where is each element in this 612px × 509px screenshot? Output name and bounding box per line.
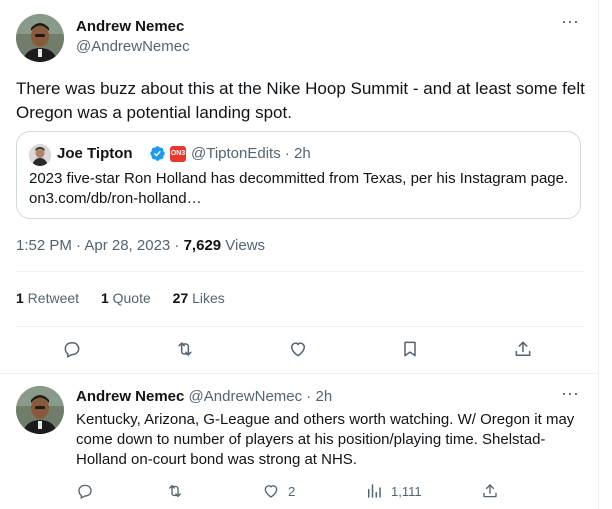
analytics-icon	[368, 484, 381, 498]
author-handle[interactable]: @AndrewNemec	[76, 38, 190, 55]
likes-label: Likes	[188, 290, 225, 306]
reply-icon[interactable]	[60, 337, 84, 361]
views-count: 7,629	[183, 237, 222, 254]
quote-author-handle[interactable]: @TiptonEdits · 2h	[191, 145, 311, 162]
share-icon[interactable]	[511, 337, 535, 361]
engagement-stats: 1 Retweet 1 Quote 27 Likes	[16, 290, 243, 306]
like-button[interactable]: 2	[262, 481, 295, 501]
reply-icon	[78, 484, 92, 500]
quotes-count: 1	[100, 290, 109, 306]
tweet-text: There was buzz about this at the Nike Ho…	[16, 79, 585, 122]
avatar[interactable]	[16, 386, 64, 434]
retweet-icon	[169, 485, 181, 497]
divider	[0, 373, 599, 374]
share-button[interactable]	[481, 481, 499, 501]
timestamp[interactable]: 1:52 PM · Apr 28, 2023 ·	[16, 237, 184, 254]
like-icon[interactable]	[286, 337, 310, 361]
quote-avatar[interactable]	[29, 144, 51, 166]
more-options-icon[interactable]: ···	[558, 12, 582, 36]
quotes-label: Quote	[108, 290, 151, 306]
quote-author-name[interactable]: Joe Tipton	[57, 145, 133, 162]
author-handle[interactable]: @AndrewNemec · 2h	[184, 388, 333, 405]
like-count: 2	[288, 483, 296, 499]
likes-count: 27	[172, 290, 189, 306]
retweets-stat[interactable]: 1 Retweet	[16, 290, 79, 306]
divider	[16, 271, 584, 272]
retweets-label: Retweet	[23, 290, 80, 306]
tweet-meta: 1:52 PM · Apr 28, 2023 · 7,629 Views	[16, 237, 265, 254]
reply-button[interactable]	[76, 481, 94, 501]
likes-stat[interactable]: 27 Likes	[173, 290, 225, 306]
divider	[16, 326, 584, 327]
retweets-count: 1	[16, 290, 24, 306]
quote-text: 2023 five-star Ron Holland has decommitt…	[29, 170, 569, 207]
retweet-icon[interactable]	[173, 337, 197, 361]
quoted-tweet[interactable]: Joe Tipton ON3 @TiptonEdits · 2h 2023 fi…	[16, 131, 581, 219]
reply-header: Andrew Nemec @AndrewNemec · 2h	[76, 388, 332, 405]
views-label: Views	[221, 237, 266, 254]
views-count: 1,111	[391, 483, 422, 499]
share-icon	[483, 484, 497, 498]
retweet-button[interactable]	[166, 481, 184, 501]
more-options-icon[interactable]: ···	[558, 384, 582, 408]
author-name[interactable]: Andrew Nemec	[76, 18, 184, 35]
author-name[interactable]: Andrew Nemec	[76, 388, 184, 405]
like-icon	[264, 485, 278, 498]
reply-text: Kentucky, Arizona, G-League and others w…	[76, 411, 575, 468]
quotes-stat[interactable]: 1 Quote	[101, 290, 151, 306]
avatar[interactable]	[16, 14, 64, 62]
verified-icon	[149, 145, 166, 162]
tweet-thread: Andrew Nemec @AndrewNemec ··· There was …	[0, 0, 599, 509]
views-button[interactable]: 1,111	[365, 481, 422, 501]
bookmark-icon[interactable]	[398, 337, 422, 361]
affiliate-badge: ON3	[170, 146, 186, 162]
